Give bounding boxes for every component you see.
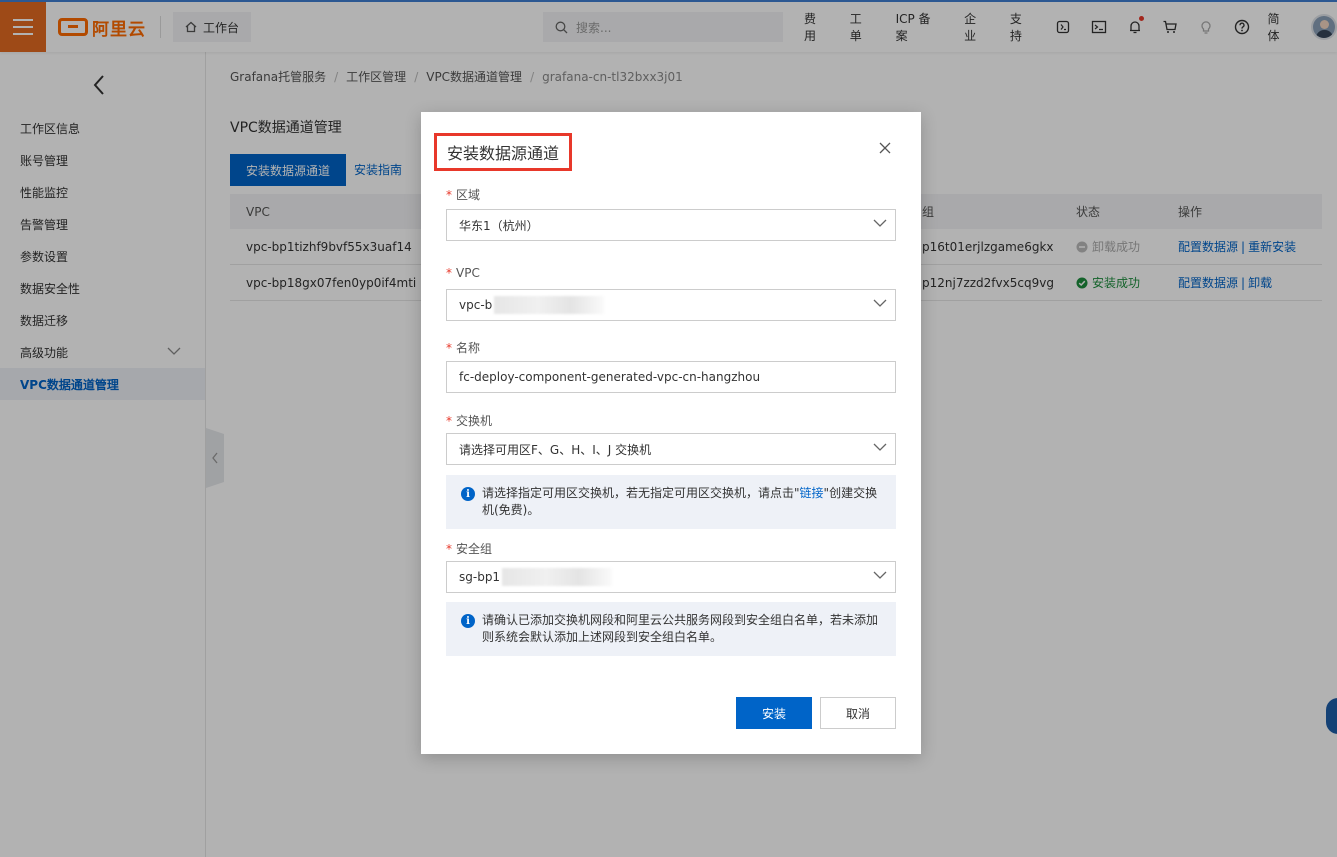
- chevron-down-icon: [873, 219, 887, 227]
- vpc-value: vpc-b: [459, 298, 493, 312]
- region-label: * 区域: [446, 188, 481, 202]
- region-select[interactable]: 华东1（杭州）: [446, 209, 896, 241]
- security-group-label-text: 安全组: [456, 542, 493, 556]
- switch-select[interactable]: 请选择可用区F、G、H、I、J 交换机: [446, 433, 896, 465]
- name-label-text: 名称: [456, 341, 481, 355]
- close-icon[interactable]: [879, 142, 891, 157]
- switch-placeholder: 请选择可用区F、G、H、I、J 交换机: [459, 442, 652, 457]
- switch-notice: i 请选择指定可用区交换机，若无指定可用区交换机，请点击"链接"创建交换机(免费…: [446, 475, 896, 529]
- redacted-text: [502, 568, 613, 586]
- info-icon: i: [461, 614, 475, 628]
- security-group-label: * 安全组: [446, 542, 493, 556]
- vpc-label: * VPC: [446, 266, 480, 280]
- name-label: * 名称: [446, 341, 481, 355]
- security-group-notice-text: 请确认已添加交换机网段和阿里云公共服务网段到安全组白名单，若未添加则系统会默认添…: [482, 613, 879, 644]
- chevron-down-icon: [873, 443, 887, 451]
- switch-notice-text-1: 请选择指定可用区交换机，若无指定可用区交换机，请点击": [482, 486, 800, 500]
- switch-label: * 交换机: [446, 414, 493, 428]
- install-channel-dialog: 安装数据源通道 * 区域 华东1（杭州） * VPC vpc-b * 名称 fc-de…: [421, 112, 921, 754]
- vpc-label-text: VPC: [456, 266, 480, 280]
- install-button[interactable]: 安装: [736, 697, 812, 729]
- dialog-title: 安装数据源通道: [434, 133, 573, 171]
- security-group-select[interactable]: sg-bp1: [446, 561, 896, 593]
- security-group-notice: i 请确认已添加交换机网段和阿里云公共服务网段到安全组白名单，若未添加则系统会默…: [446, 602, 896, 656]
- region-label-text: 区域: [456, 188, 481, 202]
- create-switch-link[interactable]: 链接: [800, 486, 824, 500]
- redacted-text: [494, 296, 605, 314]
- info-icon: i: [461, 487, 475, 501]
- switch-label-text: 交换机: [456, 414, 493, 428]
- security-group-value: sg-bp1: [459, 570, 501, 584]
- vpc-select[interactable]: vpc-b: [446, 289, 896, 321]
- name-input[interactable]: fc-deploy-component-generated-vpc-cn-han…: [446, 361, 896, 393]
- chevron-down-icon: [873, 299, 887, 307]
- region-value: 华东1（杭州）: [459, 218, 539, 233]
- name-value: fc-deploy-component-generated-vpc-cn-han…: [459, 370, 761, 384]
- cancel-button[interactable]: 取消: [820, 697, 896, 729]
- chevron-down-icon: [873, 571, 887, 579]
